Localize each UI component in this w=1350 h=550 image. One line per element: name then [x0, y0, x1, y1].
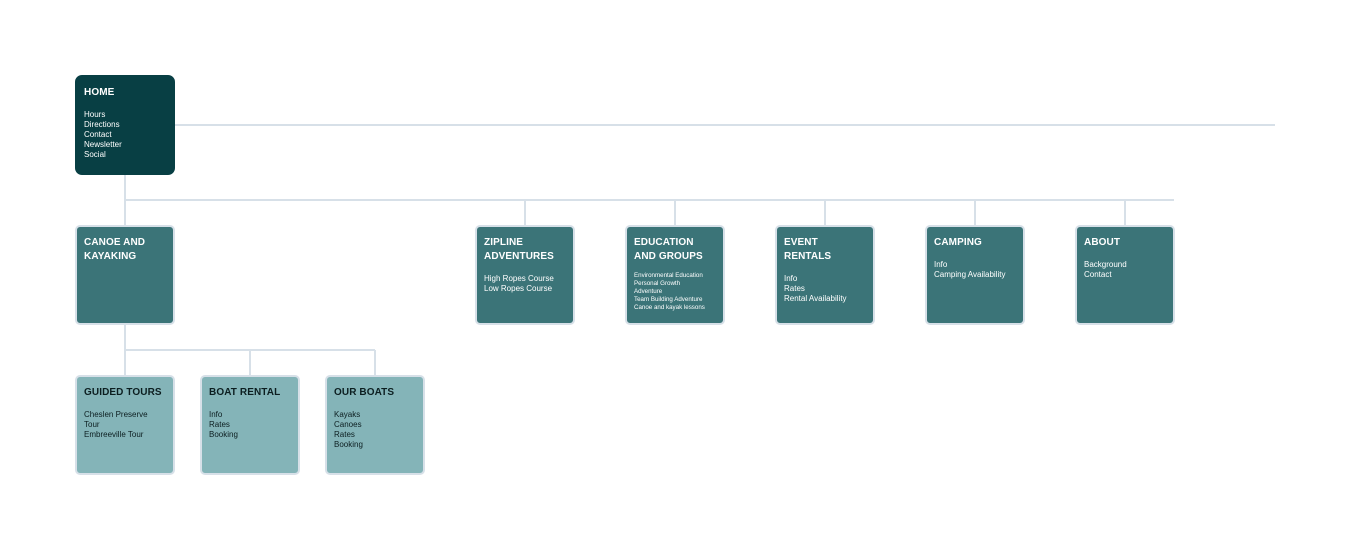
- node-item: Booking: [209, 430, 238, 439]
- node-item: Contact: [84, 130, 112, 139]
- node-title: OUR BOATS: [334, 387, 395, 398]
- node-item: Booking: [334, 440, 363, 449]
- node-item: Team Building Adventure: [634, 296, 703, 303]
- node-item: Embreeville Tour: [84, 430, 144, 439]
- node-items: Kayaks Canoes Rates Booking: [334, 410, 416, 450]
- node-title: HOME: [84, 87, 115, 98]
- node-title: BOAT RENTAL: [209, 387, 281, 398]
- node-home[interactable]: HOME Hours Directions Contact Newsletter…: [75, 75, 175, 175]
- node-items: Info Rates Booking: [209, 410, 291, 440]
- node-item: Low Ropes Course: [484, 284, 553, 293]
- node-our-boats[interactable]: OUR BOATS Kayaks Canoes Rates Booking: [325, 375, 425, 475]
- node-camping[interactable]: CAMPING Info Camping Availability: [925, 225, 1025, 325]
- node-items: Info Rates Rental Availability: [784, 274, 866, 304]
- node-title: GUIDED TOURS: [84, 387, 162, 398]
- node-title: EDUCATION AND GROUPS: [634, 237, 703, 262]
- node-guided-tours[interactable]: GUIDED TOURS Cheslen Preserve Tour Embre…: [75, 375, 175, 475]
- node-item: Background: [1084, 260, 1127, 269]
- node-item: Info: [934, 260, 948, 269]
- node-item: Canoes: [334, 420, 362, 429]
- node-items: Background Contact: [1084, 260, 1166, 280]
- node-items: Cheslen Preserve Tour Embreeville Tour: [84, 410, 166, 440]
- node-about[interactable]: ABOUT Background Contact: [1075, 225, 1175, 325]
- node-item: Rates: [334, 430, 355, 439]
- node-item: Directions: [84, 120, 120, 129]
- node-item: Tour: [84, 420, 100, 429]
- node-title: CANOE AND KAYAKING: [84, 237, 146, 262]
- node-item: Cheslen Preserve: [84, 410, 148, 419]
- node-item: Newsletter: [84, 140, 122, 149]
- node-item: Rates: [209, 420, 230, 429]
- node-title: EVENT RENTALS: [784, 237, 832, 262]
- node-item: Camping Availability: [934, 270, 1006, 279]
- node-title: ZIPLINE ADVENTURES: [484, 237, 554, 262]
- node-item: Hours: [84, 110, 106, 119]
- node-item: Social: [84, 150, 106, 159]
- node-title: ABOUT: [1084, 237, 1121, 248]
- node-title: CAMPING: [934, 237, 982, 248]
- node-event-rentals[interactable]: EVENT RENTALS Info Rates Rental Availabi…: [775, 225, 875, 325]
- node-item: Info: [784, 274, 798, 283]
- node-item: Adventure: [634, 288, 663, 295]
- node-zipline-adventures[interactable]: ZIPLINE ADVENTURES High Ropes Course Low…: [475, 225, 575, 325]
- node-items: Info Camping Availability: [934, 260, 1016, 280]
- node-items: Hours Directions Contact Newsletter Soci…: [84, 110, 166, 160]
- node-item: Contact: [1084, 270, 1112, 279]
- node-item: Personal Growth: [634, 280, 681, 287]
- node-item: Rental Availability: [784, 294, 847, 303]
- node-items: High Ropes Course Low Ropes Course: [484, 274, 566, 294]
- node-item: Rates: [784, 284, 805, 293]
- node-item: High Ropes Course: [484, 274, 554, 283]
- node-boat-rental[interactable]: BOAT RENTAL Info Rates Booking: [200, 375, 300, 475]
- node-education-and-groups[interactable]: EDUCATION AND GROUPS Environmental Educa…: [625, 225, 725, 325]
- node-item: Canoe and kayak lessons: [634, 304, 705, 311]
- node-item: Kayaks: [334, 410, 361, 419]
- node-item: Environmental Education: [634, 272, 703, 279]
- node-items: Environmental Education Personal Growth …: [634, 272, 716, 312]
- node-canoe-and-kayaking[interactable]: CANOE AND KAYAKING: [75, 225, 175, 325]
- node-item: Info: [209, 410, 223, 419]
